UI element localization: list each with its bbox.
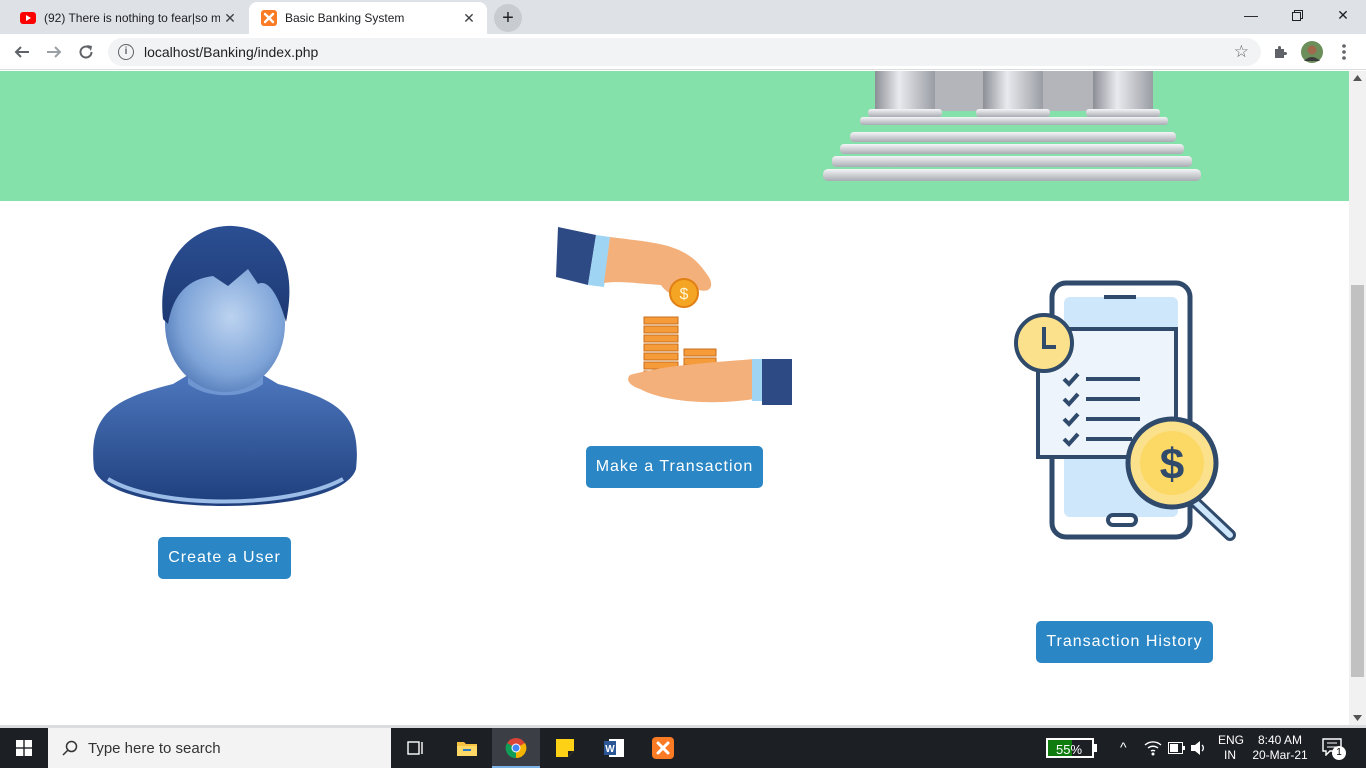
bookmark-star-icon[interactable]: ☆ — [1234, 42, 1249, 62]
info-icon[interactable]: i — [118, 44, 134, 60]
tab-youtube[interactable]: (92) There is nothing to fear|so m ✕ — [8, 2, 248, 34]
reload-icon[interactable] — [72, 38, 100, 66]
battery-tip — [1094, 744, 1097, 752]
svg-text:$: $ — [680, 286, 689, 303]
clock-time: 8:40 AM — [1257, 733, 1303, 747]
close-icon[interactable]: ✕ — [220, 8, 240, 28]
tab-strip: (92) There is nothing to fear|so m ✕ Bas… — [0, 0, 1366, 34]
scroll-up-icon[interactable] — [1353, 75, 1362, 81]
minimize-icon[interactable]: — — [1228, 0, 1274, 30]
task-view-icon[interactable] — [392, 728, 440, 768]
notification-center-icon[interactable]: 1 — [1322, 738, 1346, 760]
transaction-history-button[interactable]: Transaction History — [1036, 621, 1213, 663]
wifi-icon[interactable] — [1144, 740, 1162, 756]
phone-checklist-dollar-illustration: $ — [1014, 280, 1236, 541]
battery-percent: 55% — [1056, 742, 1083, 757]
url-text: localhost/Banking/index.php — [144, 44, 319, 60]
battery-icon[interactable] — [1168, 742, 1186, 754]
search-icon — [62, 740, 78, 756]
page-content: $ $ Create a User Make a Transaction Tra… — [0, 71, 1349, 725]
hand-giving-coins-illustration: $ — [556, 227, 792, 405]
language-code[interactable]: ENG — [1218, 733, 1244, 748]
language-region[interactable]: IN — [1218, 748, 1242, 763]
clock-date: 20-Mar-21 — [1252, 748, 1308, 762]
close-icon[interactable]: ✕ — [459, 8, 479, 28]
windows-taskbar: Type here to search W 55% ^ ENG IN 8:40 … — [0, 728, 1366, 768]
user-avatar-illustration — [93, 225, 357, 506]
xampp-icon — [261, 10, 277, 26]
sticky-notes-icon[interactable] — [541, 728, 589, 768]
xampp-taskbar-icon[interactable] — [639, 728, 687, 768]
clock[interactable]: 8:40 AM 20-Mar-21 — [1250, 733, 1310, 763]
bank-building-illustration — [823, 71, 1201, 181]
svg-text:$: $ — [1160, 440, 1184, 489]
browser-toolbar: i localhost/Banking/index.php ☆ — [0, 34, 1366, 70]
create-user-button[interactable]: Create a User — [158, 537, 291, 579]
youtube-icon — [20, 10, 36, 26]
close-window-icon[interactable]: ✕ — [1320, 0, 1366, 30]
profile-avatar[interactable] — [1298, 38, 1326, 66]
windows-start-icon[interactable] — [0, 728, 48, 768]
scrollbar-thumb[interactable] — [1351, 285, 1364, 677]
hero-banner — [0, 71, 1349, 201]
word-icon[interactable]: W — [590, 728, 638, 768]
new-tab-button[interactable]: + — [494, 4, 522, 32]
battery-indicator[interactable]: 55% — [1046, 738, 1094, 758]
chrome-icon[interactable] — [492, 728, 540, 768]
scroll-down-icon[interactable] — [1353, 715, 1362, 721]
tab-title: (92) There is nothing to fear|so m — [44, 11, 220, 25]
extensions-icon[interactable] — [1266, 38, 1294, 66]
volume-icon[interactable] — [1190, 740, 1208, 756]
notification-count-badge: 1 — [1332, 746, 1346, 760]
svg-text:W: W — [605, 744, 615, 755]
back-arrow-icon[interactable] — [8, 38, 36, 66]
search-placeholder: Type here to search — [88, 739, 221, 757]
make-transaction-button[interactable]: Make a Transaction — [586, 446, 763, 488]
tab-title: Basic Banking System — [285, 11, 405, 25]
file-explorer-icon[interactable] — [443, 728, 491, 768]
taskbar-search-box[interactable]: Type here to search — [48, 728, 391, 768]
forward-arrow-icon[interactable] — [40, 38, 68, 66]
address-bar[interactable]: i localhost/Banking/index.php ☆ — [108, 38, 1261, 66]
chevron-up-icon[interactable]: ^ — [1120, 739, 1127, 755]
tab-basic-banking[interactable]: Basic Banking System ✕ — [249, 2, 487, 34]
menu-dots-icon[interactable] — [1330, 38, 1358, 66]
restore-icon[interactable] — [1274, 0, 1320, 30]
